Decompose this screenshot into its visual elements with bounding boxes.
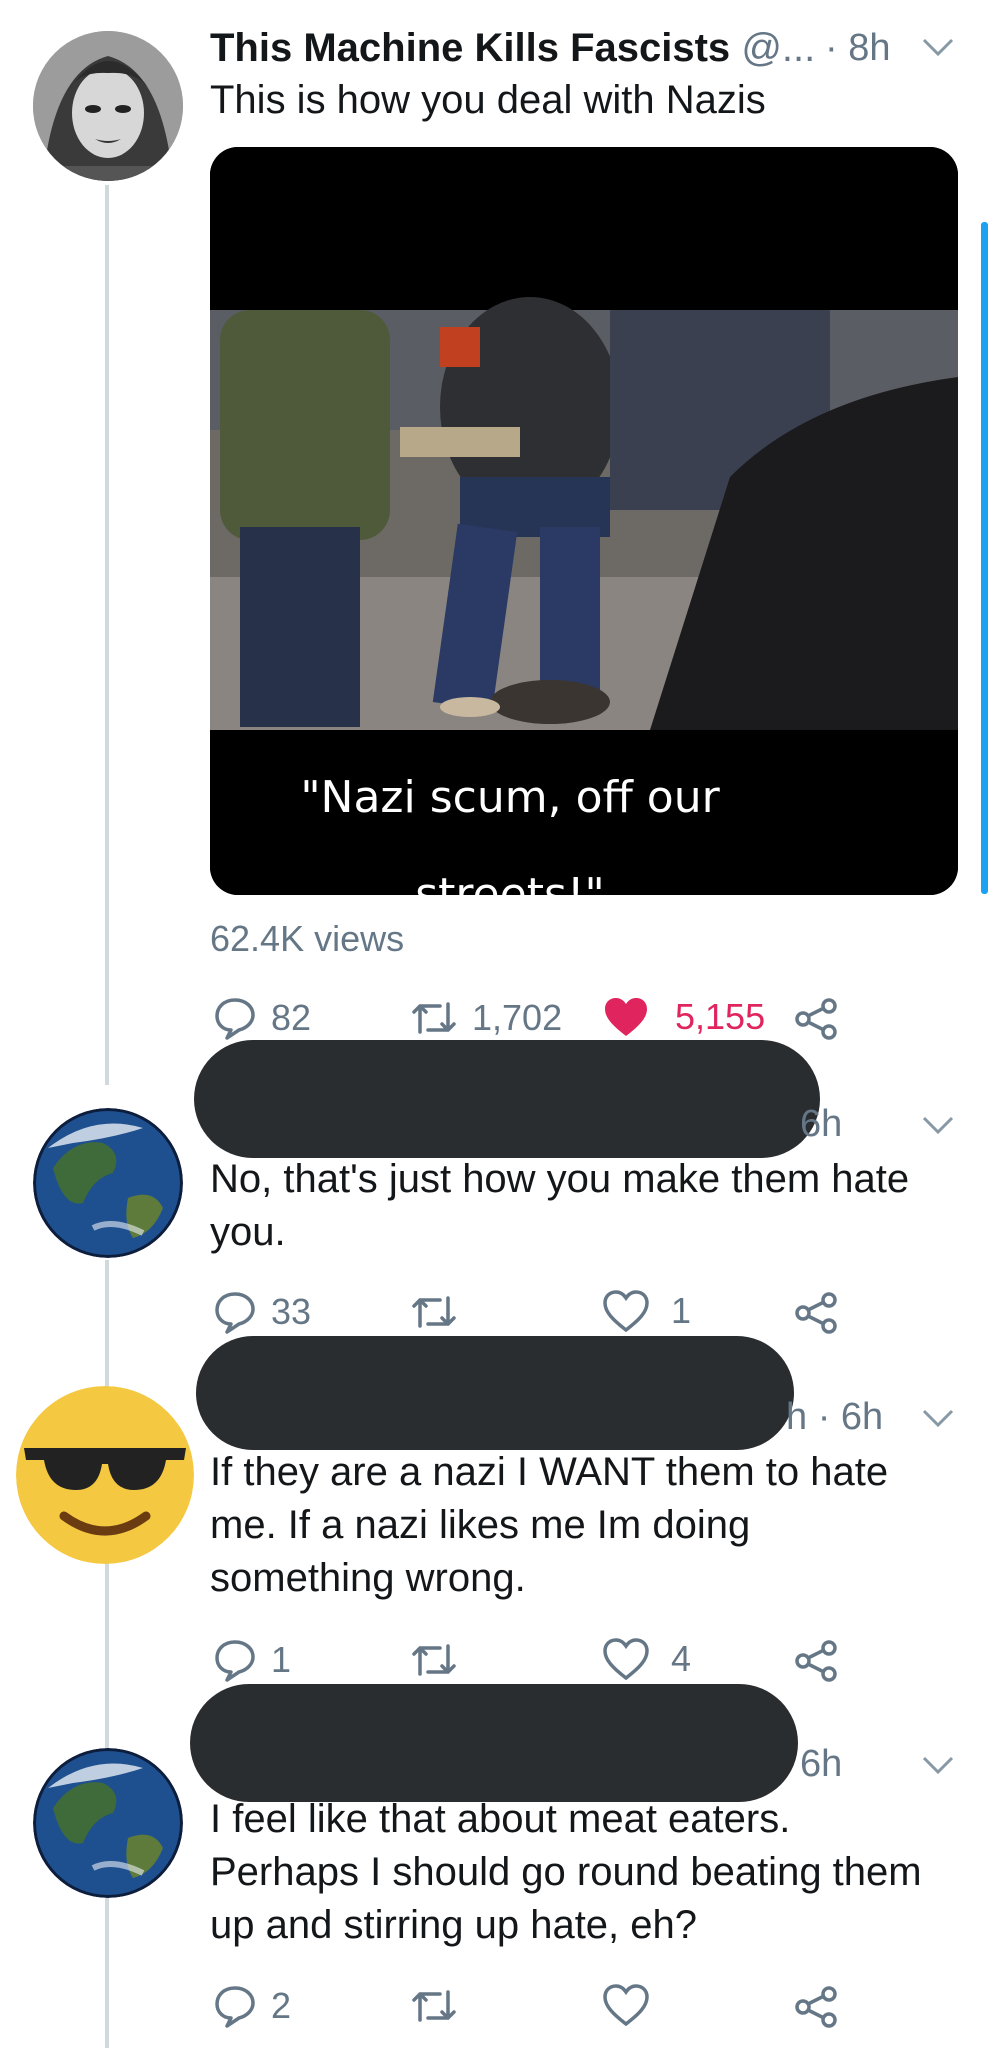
reply-icon	[215, 1292, 255, 1334]
reply-button[interactable]: 1	[213, 1638, 291, 1682]
tweet-text-line: If they are a nazi I WANT them to hate	[210, 1450, 889, 1494]
share-button[interactable]	[794, 1640, 838, 1682]
avatar[interactable]	[16, 1386, 194, 1564]
retweet-icon	[412, 1296, 456, 1328]
reply-button[interactable]: 82	[213, 996, 311, 1040]
share-button[interactable]	[794, 998, 838, 1040]
earth-globe-image	[33, 1748, 183, 1898]
redacted-username	[196, 1336, 794, 1450]
reply-button[interactable]: 2	[213, 1984, 291, 2028]
like-count: 4	[671, 1638, 692, 1679]
retweet-icon	[412, 1644, 456, 1676]
like-icon	[603, 1638, 649, 1680]
reply-icon	[215, 1640, 255, 1682]
like-button[interactable]: 1	[603, 1290, 691, 1332]
video-caption: "Nazi scum, off our	[300, 772, 720, 823]
reply-count: 33	[271, 1291, 312, 1332]
reply-count: 82	[271, 997, 312, 1038]
avatar[interactable]	[33, 1108, 183, 1258]
user-handle[interactable]: @...	[741, 26, 815, 70]
tweet-timestamp[interactable]: 6h	[800, 1740, 842, 1788]
tweet-timestamp[interactable]: · 8h	[825, 24, 890, 72]
like-button[interactable]: 4	[603, 1638, 691, 1680]
tweet-text: I feel like that about meat eaters. Perh…	[210, 1793, 950, 1952]
retweet-button[interactable]	[410, 1638, 472, 1682]
tweet-timestamp[interactable]: 6h	[800, 1100, 842, 1148]
tweet-text: This is how you deal with Nazis	[210, 78, 766, 122]
share-icon	[795, 1640, 837, 1682]
reply-count: 1	[271, 1639, 292, 1680]
reply-button[interactable]: 33	[213, 1290, 311, 1334]
chevron-down-icon[interactable]	[918, 1110, 958, 1140]
sunglasses-emoji-icon	[16, 1386, 194, 1564]
like-button[interactable]: 5,155	[603, 996, 765, 1038]
share-button[interactable]	[794, 1292, 838, 1334]
like-button[interactable]	[603, 1984, 663, 2026]
like-icon	[603, 1984, 649, 2026]
retweet-button[interactable]	[410, 1984, 472, 2028]
like-icon-filled	[605, 998, 647, 1036]
share-icon	[795, 1986, 837, 2028]
chevron-down-icon[interactable]	[918, 1403, 958, 1433]
scrollbar[interactable]	[981, 222, 988, 894]
thread-line	[105, 185, 109, 1085]
share-button[interactable]	[794, 1986, 838, 2028]
avatar[interactable]	[33, 31, 183, 181]
earth-globe-image	[33, 1108, 183, 1258]
like-count: 1	[671, 1290, 692, 1331]
chevron-down-icon[interactable]	[918, 32, 958, 62]
tweet-header: This Machine Kills Fascists @...	[210, 24, 815, 72]
redacted-username	[190, 1684, 798, 1802]
thread-line	[105, 1560, 109, 1750]
share-icon	[795, 1292, 837, 1334]
video-caption-cutoff: streets!"	[415, 869, 605, 895]
tweet-text-line: I feel like that about meat eaters.	[210, 1797, 791, 1841]
tweet-text: No, that's just how you make them hate y…	[210, 1157, 910, 1254]
retweet-count: 1,702	[472, 997, 563, 1038]
tweet-timestamp[interactable]: h · 6h	[786, 1393, 883, 1441]
avatar-portrait-image	[33, 31, 183, 181]
view-count: 62.4K views	[210, 918, 405, 959]
user-display-name[interactable]: This Machine Kills Fascists	[210, 26, 730, 70]
tweet-text: If they are a nazi I WANT them to hate m…	[210, 1446, 950, 1605]
reply-icon	[215, 998, 255, 1040]
like-count: 5,155	[675, 996, 766, 1037]
like-icon	[603, 1290, 649, 1332]
thread-line	[105, 1260, 109, 1390]
retweet-button[interactable]: 1,702	[410, 996, 562, 1040]
retweet-button[interactable]	[410, 1290, 472, 1334]
tweet-text-line: Perhaps I should go round beating them	[210, 1850, 922, 1894]
tweet-text-line: me. If a nazi likes me Im doing	[210, 1503, 751, 1547]
tweet-text-line: up and stirring up hate, eh?	[210, 1903, 698, 1947]
chevron-down-icon[interactable]	[918, 1750, 958, 1780]
retweet-icon	[412, 1990, 456, 2022]
video-player[interactable]: "Nazi scum, off our streets!"	[210, 147, 958, 895]
reply-icon	[215, 1986, 255, 2028]
retweet-icon	[412, 1002, 456, 1034]
share-icon	[795, 998, 837, 1040]
avatar[interactable]	[33, 1748, 183, 1898]
tweet-text-line: something wrong.	[210, 1556, 526, 1600]
redacted-username	[194, 1040, 820, 1158]
reply-count: 2	[271, 1985, 292, 2026]
